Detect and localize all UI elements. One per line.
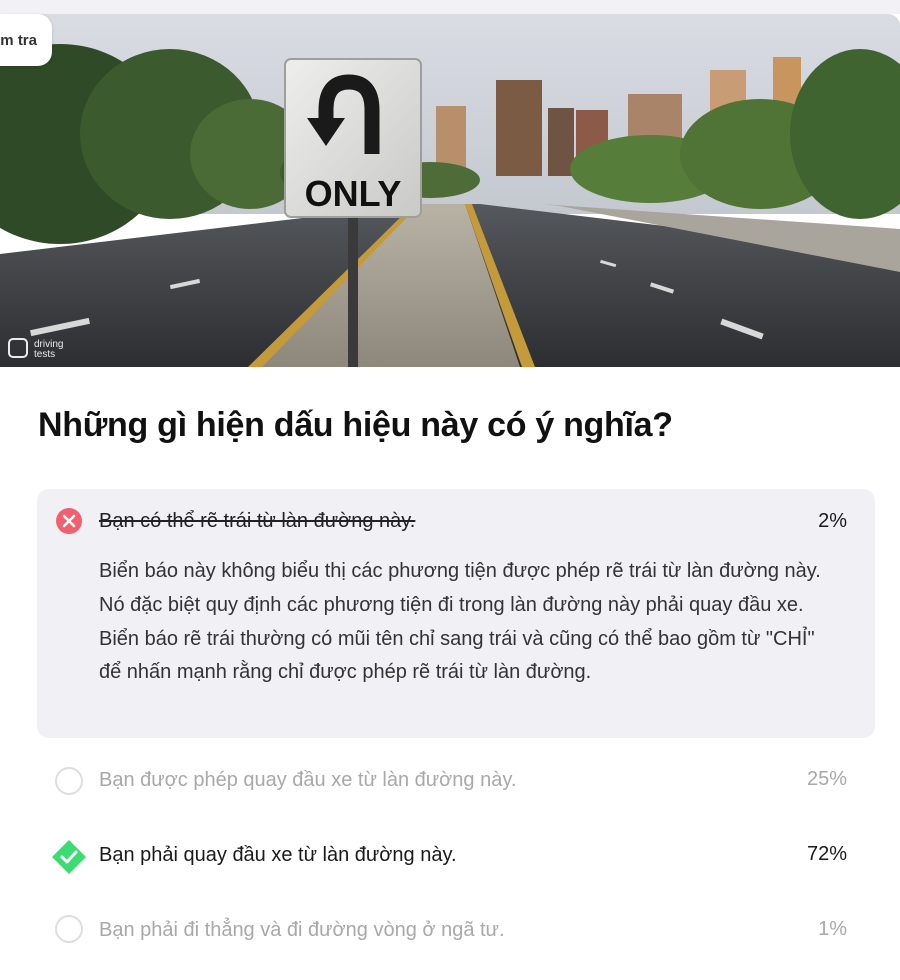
answer-option-4[interactable]: Bạn phải đi thẳng và đi đường vòng ở ngã… <box>37 900 875 960</box>
radio-circle-icon <box>55 767 85 797</box>
answer-text-4: Bạn phải đi thẳng và đi đường vòng ở ngã… <box>99 919 505 941</box>
answer-option-1[interactable]: Bạn có thể rẽ trái từ làn đường này. 2% … <box>37 489 875 738</box>
answer-percent-3: 72% <box>806 843 847 865</box>
radio-circle-icon <box>55 915 85 945</box>
answer-text-3: Bạn phải quay đầu xe từ làn đường này. <box>99 844 457 866</box>
answer-text-1: Bạn có thể rẽ trái từ làn đường này. <box>99 510 416 532</box>
question-title: Những gì hiện dấu hiệu này có ý nghĩa? <box>38 406 673 444</box>
answer-text-2: Bạn được phép quay đầu xe từ làn đường n… <box>99 769 517 791</box>
question-image: ONLY driving tests <box>0 14 900 367</box>
answer-option-2[interactable]: Bạn được phép quay đầu xe từ làn đường n… <box>37 750 875 810</box>
sign-only-text: ONLY <box>305 173 402 214</box>
answer-percent-2: 25% <box>806 768 847 790</box>
answer-explanation: Biển báo này không biểu thị các phương t… <box>99 560 821 684</box>
quiz-tab-label: Kiểm tra <box>0 31 37 49</box>
correct-check-icon <box>51 839 87 875</box>
answer-percent-1: 2% <box>818 510 847 532</box>
watermark-line2: tests <box>34 349 55 360</box>
incorrect-x-icon <box>55 507 85 537</box>
answer-option-3[interactable]: Bạn phải quay đầu xe từ làn đường này. 7… <box>37 825 875 885</box>
answer-percent-4: 1% <box>818 918 847 940</box>
quiz-tab-chip[interactable]: Kiểm tra <box>0 14 52 66</box>
top-background-band <box>0 0 900 14</box>
